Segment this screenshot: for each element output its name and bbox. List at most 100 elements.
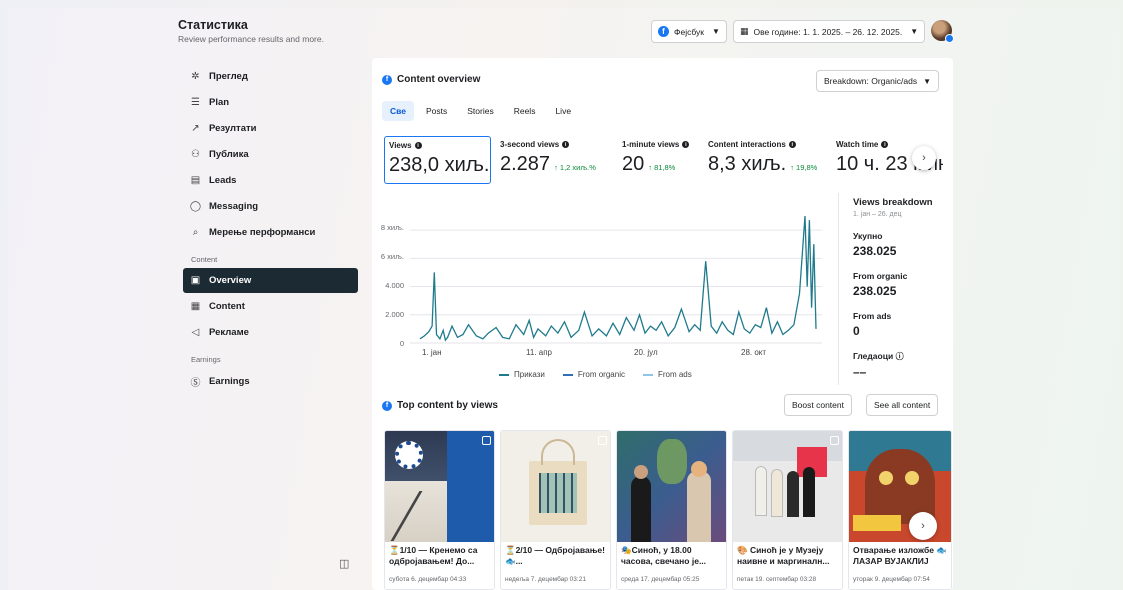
metric-label: 1-minute views i (622, 140, 702, 149)
metrics-next-button[interactable]: › (912, 146, 936, 170)
metric-views[interactable]: Views i 238,0 хиљ. (384, 136, 491, 184)
sidebar-item-results[interactable]: ↗ Резултати (183, 116, 358, 141)
main-card: f Content overview Breakdown: Organic/ad… (372, 58, 953, 590)
sidebar-item-ads[interactable]: ◁ Рекламе (183, 320, 358, 345)
legend-swatch (562, 373, 573, 376)
breakdown-range: 1. јан – 26. дец (853, 211, 902, 218)
sidebar-item-audience[interactable]: ⚇ Публика (183, 142, 358, 167)
metric-label-text: 1-minute views (622, 140, 680, 149)
page-subtitle: Review performance results and more. (178, 34, 324, 44)
overview-icon: ▣ (190, 275, 201, 286)
breakdown-dropdown[interactable]: Breakdown: Organic/ads ▼ (816, 70, 939, 92)
sparkle-icon: ✲ (191, 71, 200, 82)
x-tick: 11. апр (526, 348, 552, 357)
avatar[interactable] (931, 20, 954, 43)
metric-interactions[interactable]: Content interactions i 8,3 хиљ. ↑ 19,8% (708, 140, 828, 188)
date-range-selector[interactable]: ▦ Ове године: 1. 1. 2025. – 26. 12. 2025… (733, 20, 926, 43)
calendar-icon: ▦ (740, 26, 749, 36)
content-caption: ⏳2/10 — Одбројавање! 🐟... (505, 545, 605, 566)
tab-reels[interactable]: Reels (506, 101, 544, 121)
platform-label: Фејсбук (674, 26, 704, 37)
sidebar-item-label: Резултати (209, 123, 257, 134)
megaphone-icon: ◁ (191, 327, 200, 338)
content-date: субота 6. децембар 04:33 (389, 576, 467, 583)
metric-label: Views i (389, 141, 486, 150)
content-caption: 🎨 Синоћ је у Музеју наивне и маргиналн..… (737, 545, 830, 566)
info-icon: i (788, 141, 796, 148)
see-all-content-button[interactable]: See all content (866, 394, 939, 416)
content-card[interactable]: Отварање изложбе 🐟ЛАЗАР ВУЈАКЛИЈ уторак … (848, 430, 952, 590)
content-card[interactable]: 🎭Синоћ, у 18.00 часова, свечано је... ср… (616, 430, 727, 590)
platform-selector[interactable]: f Фејсбук ▼ (651, 20, 727, 43)
legend-ads[interactable]: From ads (642, 370, 692, 379)
tab-live[interactable]: Live (547, 101, 579, 121)
sidebar-item-performance[interactable]: ⌕ Мерење перформанси (183, 220, 358, 245)
chart-legend: Прикази From organic From ads (499, 370, 692, 379)
sidebar-item-label: Мерење перформанси (209, 227, 316, 238)
metric-value: 2.287 ↑ 1,2 хиљ.% (500, 153, 612, 176)
sidebar-item-content-overview[interactable]: ▣ Overview (183, 268, 358, 293)
series-line-views (419, 215, 817, 342)
page-title: Статистика (178, 18, 248, 32)
metric-label-text: Content interactions (708, 140, 786, 149)
facebook-icon: f (382, 74, 392, 85)
metric-1m-views[interactable]: 1-minute views i 20 ↑ 81,8% (622, 140, 702, 188)
collapse-sidebar-icon[interactable]: ◫ (339, 557, 349, 570)
caret-down-icon: ▼ (910, 27, 919, 36)
chevron-right-icon: › (922, 152, 926, 164)
content-date: уторак 9. децембар 07:54 (853, 576, 930, 583)
metric-value-text: 2.287 (500, 153, 551, 175)
sidebar-item-content[interactable]: ▦ Content (183, 294, 358, 319)
grid-icon: ▦ (190, 301, 201, 312)
breakdown-viewers-label: Гледаоци ⓘ (853, 351, 948, 362)
sidebar-item-messaging[interactable]: ◯ Messaging (183, 194, 358, 219)
content-next-button[interactable]: › (909, 512, 937, 540)
content-card[interactable]: 🎨 Синоћ је у Музеју наивне и маргиналн..… (732, 430, 843, 590)
sidebar-item-overview-main[interactable]: ✲ Преглед (183, 64, 358, 89)
y-tick: 0 (399, 339, 404, 348)
legend-views[interactable]: Прикази (499, 370, 545, 379)
metric-label: Content interactions i (708, 140, 828, 149)
tab-posts[interactable]: Posts (418, 101, 455, 121)
tab-all[interactable]: Све (382, 101, 414, 121)
info-icon: i (682, 141, 690, 148)
facebook-badge-icon (945, 34, 954, 43)
sidebar-item-label: Plan (209, 97, 230, 108)
content-overview-label: Content overview (397, 74, 481, 85)
legend-label: From ads (657, 370, 692, 379)
breakdown-organic-label: From organic (853, 271, 908, 281)
caret-down-icon: ▼ (711, 27, 720, 36)
content-card[interactable]: ⏳2/10 — Одбројавање! 🐟... недеља 7. деце… (500, 430, 611, 590)
y-tick: 4.000 (385, 281, 404, 290)
boost-content-button[interactable]: Boost content (784, 394, 852, 416)
breakdown-title: Views breakdown (853, 197, 933, 208)
tab-stories[interactable]: Stories (459, 101, 501, 121)
info-icon: i (562, 141, 570, 148)
y-tick: 8 хиљ. (380, 223, 404, 232)
content-card[interactable]: ⏳1/10 — Кренемо са одбројавањем! До... с… (384, 430, 495, 590)
measure-icon: ⌕ (192, 227, 199, 238)
content-date: недеља 7. децембар 03:21 (505, 576, 586, 583)
y-tick: 2.000 (385, 310, 404, 319)
sidebar-item-leads[interactable]: ▤ Leads (183, 168, 358, 193)
top-content-title: f Top content by views (382, 400, 498, 411)
legend-swatch (499, 373, 509, 376)
dollar-icon: Ⓢ (190, 378, 201, 389)
metric-change: ↑ 19,8% (790, 163, 818, 172)
legend-organic[interactable]: From organic (562, 370, 625, 379)
metric-label-text: Watch time (836, 140, 879, 149)
legend-label: Прикази (514, 370, 545, 379)
sidebar-item-earnings[interactable]: Ⓢ Earnings (183, 369, 358, 394)
multi-photo-icon (482, 436, 491, 445)
sidebar-item-label: Рекламе (209, 327, 249, 338)
sidebar-item-plan[interactable]: ☰ Plan (183, 90, 358, 115)
content-overview-title: f Content overview (382, 74, 480, 85)
breakdown-ads-label: From ads (853, 311, 892, 321)
trend-icon: ↗ (191, 123, 200, 134)
metric-value: 8,3 хиљ. ↑ 19,8% (708, 153, 828, 176)
metric-value: 20 ↑ 81,8% (622, 153, 702, 176)
metric-value-text: 238,0 хиљ. (389, 154, 490, 176)
chevron-right-icon: › (921, 520, 925, 532)
metric-3s-views[interactable]: 3-second views i 2.287 ↑ 1,2 хиљ.% (500, 140, 612, 188)
breakdown-ads-value: 0 (853, 324, 860, 338)
